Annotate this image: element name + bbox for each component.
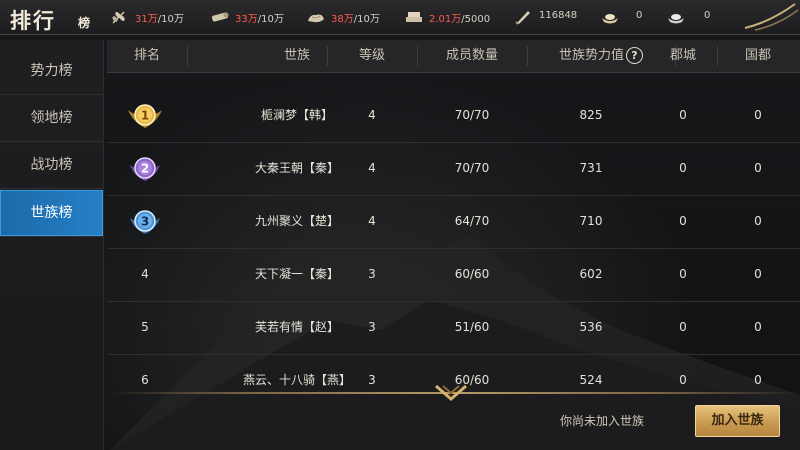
clan-power: 731 xyxy=(579,161,603,175)
clan-level: 4 xyxy=(368,161,376,175)
stone-current: 38万 xyxy=(331,14,354,25)
clan-power: 825 xyxy=(579,108,603,122)
header-power-label: 世族势力值 xyxy=(558,48,624,63)
grain-max: /10万 xyxy=(157,14,184,25)
not-joined-notice: 你尚未加入世族 xyxy=(560,414,645,428)
gold-ingot-value: 0 xyxy=(636,10,643,21)
clan-level: 4 xyxy=(368,214,376,228)
clan-cities: 0 xyxy=(679,161,687,175)
decree-value: 116848 xyxy=(539,10,578,21)
wood-icon xyxy=(211,12,229,22)
help-icon[interactable]: ? xyxy=(626,47,643,64)
tab-territory-ranking[interactable]: 领地榜 xyxy=(0,95,103,142)
rank-number: 5 xyxy=(141,320,149,334)
clan-capitals: 0 xyxy=(754,108,762,122)
stone-max: /10万 xyxy=(353,14,380,25)
clan-members: 60/60 xyxy=(454,267,490,281)
silver-ingot-icon xyxy=(668,14,684,24)
stone-icon xyxy=(308,14,324,23)
clan-cities: 0 xyxy=(679,267,687,281)
header-divider xyxy=(717,46,718,66)
clan-members: 70/70 xyxy=(454,161,490,175)
tab-clan-ranking[interactable]: 世族榜 xyxy=(0,190,103,237)
table-row[interactable]: 4 天下凝一【秦】 3 60/60 602 0 0 xyxy=(107,248,800,302)
iron-icon xyxy=(406,12,422,22)
table-header: 排名 世族 等级 成员数量 世族势力值? 郡城 国都 xyxy=(107,40,800,73)
clan-cities: 0 xyxy=(679,373,687,387)
gold-medal-icon: 1 xyxy=(128,104,162,128)
header-capitals: 国都 xyxy=(744,48,771,63)
resource-bar: 排行 榜 31万/10万 33万/10万 38万/10万 2.01万/5000 xyxy=(0,0,800,35)
wood-current: 33万 xyxy=(235,14,258,25)
title-main: 排行 xyxy=(10,8,56,33)
ranking-sidebar: 势力榜 领地榜 战功榜 世族榜 xyxy=(0,40,104,450)
table-row[interactable]: 3 九州聚义【楚】 4 64/70 710 0 0 xyxy=(107,195,800,249)
tab-merit-ranking[interactable]: 战功榜 xyxy=(0,142,103,189)
rank-number: 4 xyxy=(141,267,149,281)
chevron-down-icon[interactable] xyxy=(434,383,468,403)
clan-level: 4 xyxy=(368,108,376,122)
clan-cities: 0 xyxy=(679,108,687,122)
header-level: 等级 xyxy=(358,48,385,63)
clan-power: 536 xyxy=(579,320,603,334)
clan-power: 524 xyxy=(579,373,603,387)
join-clan-button[interactable]: 加入世族 xyxy=(695,405,780,437)
clan-power: 602 xyxy=(579,267,603,281)
medal-rank-number: 3 xyxy=(141,215,149,229)
title-sub: 榜 xyxy=(78,16,91,30)
clan-capitals: 0 xyxy=(754,161,762,175)
clan-capitals: 0 xyxy=(754,373,762,387)
clan-capitals: 0 xyxy=(754,267,762,281)
clan-cities: 0 xyxy=(679,320,687,334)
page-title: 排行 榜 xyxy=(10,2,100,33)
clan-members: 70/70 xyxy=(454,108,490,122)
grain-icon xyxy=(112,11,125,24)
purple-medal-icon: 2 xyxy=(130,157,160,181)
clan-level: 3 xyxy=(368,320,376,334)
clan-level: 3 xyxy=(368,373,376,387)
blue-medal-icon: 3 xyxy=(130,210,160,234)
table-row[interactable]: 1 栀澜梦【韩】 4 70/70 825 0 0 xyxy=(107,89,800,143)
iron-max: /5000 xyxy=(461,14,491,25)
decree-icon xyxy=(515,11,530,25)
rank-number: 6 xyxy=(141,373,149,387)
clan-cities: 0 xyxy=(679,214,687,228)
silver-ingot-value: 0 xyxy=(704,10,711,21)
corner-ornament xyxy=(744,3,799,31)
clan-members: 51/60 xyxy=(454,320,490,334)
grain-current: 31万 xyxy=(135,14,158,25)
tab-power-ranking[interactable]: 势力榜 xyxy=(0,48,103,95)
header-cities: 郡城 xyxy=(669,48,696,63)
header-rank: 排名 xyxy=(133,48,160,63)
clan-capitals: 0 xyxy=(754,214,762,228)
medal-rank-number: 2 xyxy=(141,162,149,176)
clan-level: 3 xyxy=(368,267,376,281)
table-row[interactable]: 2 大秦王朝【秦】 4 70/70 731 0 0 xyxy=(107,142,800,196)
table-row[interactable]: 5 芙若有情【赵】 3 51/60 536 0 0 xyxy=(107,301,800,355)
clan-members: 64/70 xyxy=(454,214,490,228)
iron-current: 2.01万 xyxy=(429,14,462,25)
gold-ingot-icon xyxy=(602,14,618,24)
clan-power: 710 xyxy=(579,214,603,228)
clan-capitals: 0 xyxy=(754,320,762,334)
clan-ranking-table: 排名 世族 等级 成员数量 世族势力值? 郡城 国都 1 栀澜梦【韩】 4 70… xyxy=(107,40,800,390)
medal-rank-number: 1 xyxy=(141,109,149,123)
wood-max: /10万 xyxy=(257,14,284,25)
header-members: 成员数量 xyxy=(445,48,498,63)
